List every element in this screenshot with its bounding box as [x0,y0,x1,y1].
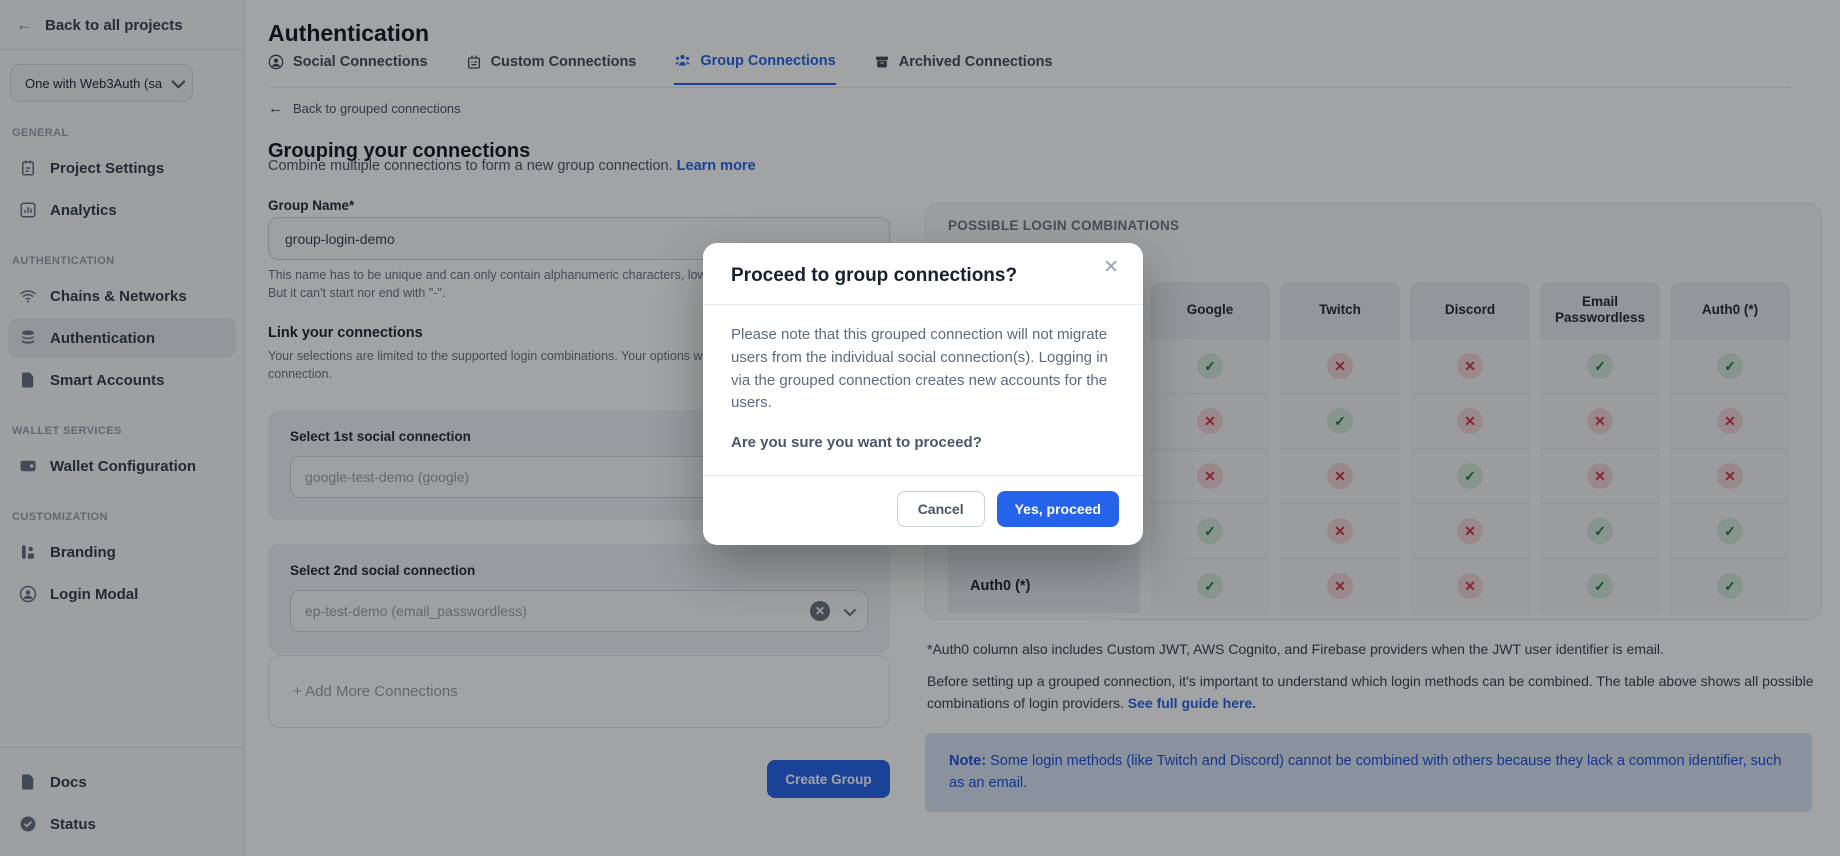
modal-question: Are you sure you want to proceed? [731,432,1115,455]
cancel-button[interactable]: Cancel [897,491,985,527]
modal-body: Please note that this grouped connection… [703,305,1143,475]
yes-proceed-button[interactable]: Yes, proceed [997,491,1119,527]
modal-title: Proceed to group connections? [731,265,1115,287]
modal-header: Proceed to group connections? ✕ [703,243,1143,305]
close-icon[interactable]: ✕ [1097,255,1125,280]
app-window: ← Back to all projects One with Web3Auth… [0,0,1840,856]
proceed-modal: Proceed to group connections? ✕ Please n… [703,243,1143,545]
modal-message: Please note that this grouped connection… [731,324,1115,415]
modal-footer: Cancel Yes, proceed [703,475,1143,545]
